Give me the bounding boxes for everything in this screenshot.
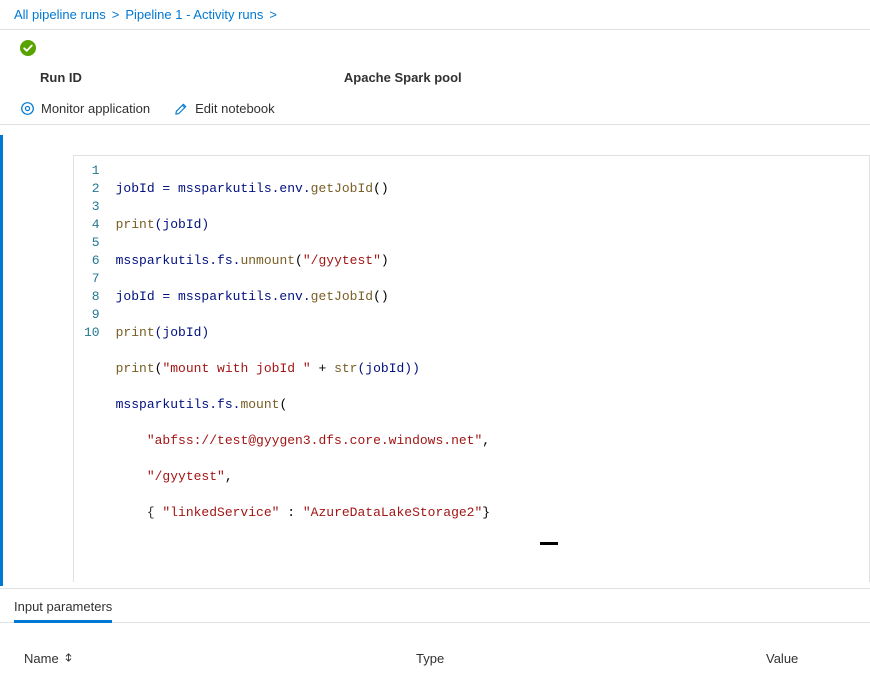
tab-input-parameters[interactable]: Input parameters xyxy=(14,591,112,623)
chevron-right-icon: > xyxy=(269,7,277,22)
sort-icon xyxy=(63,651,74,666)
edit-notebook-label: Edit notebook xyxy=(195,101,275,116)
action-bar: Monitor application Edit notebook xyxy=(0,93,870,125)
notebook-cell: 12345678910 jobId = mssparkutils.env.get… xyxy=(0,135,870,586)
pencil-icon xyxy=(174,101,189,116)
monitor-icon xyxy=(20,101,35,116)
chevron-right-icon: > xyxy=(112,7,120,22)
code-editor[interactable]: jobId = mssparkutils.env.getJobId() prin… xyxy=(110,156,497,582)
edit-notebook-button[interactable]: Edit notebook xyxy=(174,101,275,116)
monitor-application-label: Monitor application xyxy=(41,101,150,116)
details-tabs: Input parameters xyxy=(0,591,870,623)
run-id-label: Run ID xyxy=(40,70,82,85)
breadcrumb-pipeline-activity[interactable]: Pipeline 1 - Activity runs xyxy=(125,7,263,22)
breadcrumb: All pipeline runs > Pipeline 1 - Activit… xyxy=(0,0,870,30)
monitor-application-button[interactable]: Monitor application xyxy=(20,101,150,116)
line-gutter: 12345678910 xyxy=(74,156,110,582)
breadcrumb-all-runs[interactable]: All pipeline runs xyxy=(14,7,106,22)
column-header-type[interactable]: Type xyxy=(416,651,766,666)
run-header: Run ID Apache Spark pool xyxy=(0,30,870,93)
column-header-value[interactable]: Value xyxy=(766,651,856,666)
success-check-icon xyxy=(20,40,856,56)
column-header-name[interactable]: Name xyxy=(24,651,416,666)
caret-marker xyxy=(540,542,558,545)
parameters-table-header: Name Type Value xyxy=(0,623,870,676)
spark-pool-label: Apache Spark pool xyxy=(344,70,462,85)
